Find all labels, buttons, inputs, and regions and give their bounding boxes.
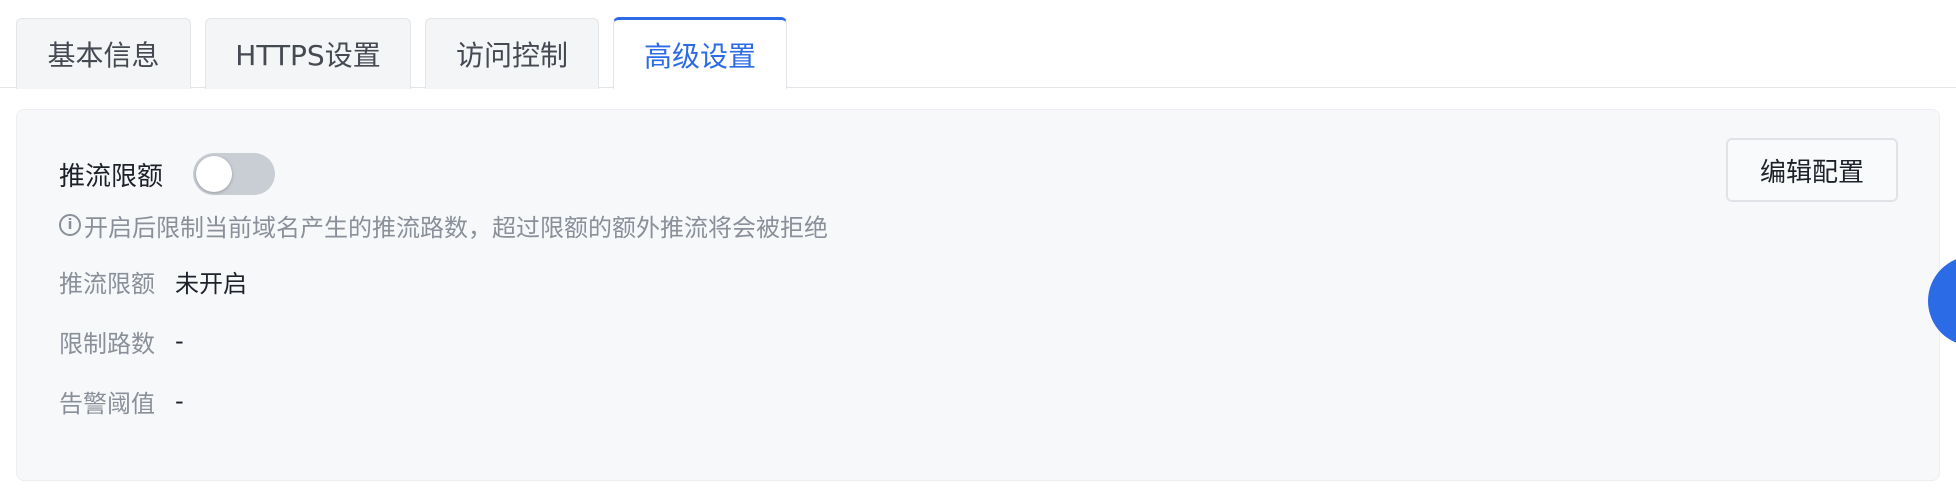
tab-label: 基本信息 bbox=[47, 39, 160, 72]
page: 基本信息 HTTPS设置 访问控制 高级设置 推流限额 i 开启后限制当前域名产… bbox=[0, 0, 1956, 494]
hint-text: 开启后限制当前域名产生的推流路数，超过限额的额外推流将会被拒绝 bbox=[84, 213, 828, 242]
field-stream-limit: 推流限额 未开启 bbox=[59, 265, 247, 298]
edit-config-button[interactable]: 编辑配置 bbox=[1726, 138, 1898, 202]
field-value: - bbox=[175, 387, 184, 415]
toggle-knob bbox=[196, 156, 233, 192]
tab-bar: 基本信息 HTTPS设置 访问控制 高级设置 bbox=[0, 0, 1956, 89]
tab-label: 高级设置 bbox=[643, 39, 756, 73]
tab-label: HTTPS设置 bbox=[235, 39, 381, 72]
stream-limit-header: 推流限额 bbox=[59, 152, 276, 196]
field-value: 未开启 bbox=[175, 269, 247, 298]
tab-https-settings[interactable]: HTTPS设置 bbox=[205, 18, 411, 89]
field-value: - bbox=[175, 327, 184, 355]
tab-access-control[interactable]: 访问控制 bbox=[425, 18, 599, 89]
field-key: 限制路数 bbox=[59, 329, 155, 358]
field-key: 推流限额 bbox=[59, 269, 155, 298]
stream-limit-hint: i 开启后限制当前域名产生的推流路数，超过限额的额外推流将会被拒绝 bbox=[59, 210, 828, 242]
field-alert-threshold: 告警阈值 - bbox=[59, 385, 184, 418]
stream-limit-title: 推流限额 bbox=[59, 161, 164, 192]
info-icon: i bbox=[59, 214, 81, 236]
tab-basic-info[interactable]: 基本信息 bbox=[16, 18, 191, 89]
field-key: 告警阈值 bbox=[59, 389, 155, 418]
field-limit-count: 限制路数 - bbox=[59, 325, 184, 358]
tab-advanced-settings[interactable]: 高级设置 bbox=[613, 17, 787, 89]
stream-limit-toggle[interactable] bbox=[193, 153, 276, 195]
stream-limit-panel: 推流限额 i 开启后限制当前域名产生的推流路数，超过限额的额外推流将会被拒绝 推… bbox=[16, 109, 1940, 481]
tab-label: 访问控制 bbox=[455, 39, 568, 72]
